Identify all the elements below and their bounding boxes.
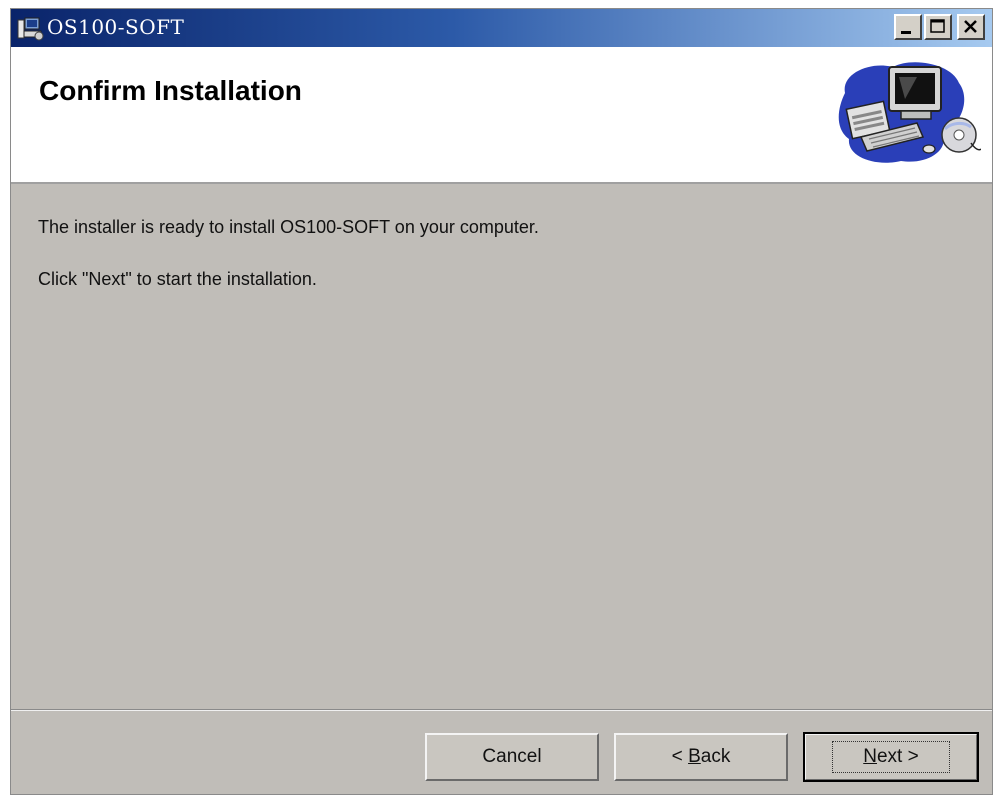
cancel-button[interactable]: Cancel	[425, 733, 599, 781]
back-label: ack	[700, 746, 731, 767]
title-bar[interactable]: OS100-SOFT	[11, 9, 992, 47]
next-focus-ring: Next >	[832, 741, 950, 773]
close-button[interactable]	[957, 14, 985, 40]
close-icon	[964, 20, 977, 33]
minimize-button[interactable]	[894, 14, 922, 40]
installer-window: OS100-SOFT Confirm Installation The inst…	[10, 8, 993, 795]
minimize-icon	[901, 31, 911, 34]
page-title: Confirm Installation	[39, 75, 302, 106]
instruction-message: Click "Next" to start the installation.	[38, 269, 317, 289]
next-label: ext	[876, 746, 903, 767]
maximize-button[interactable]	[924, 14, 952, 40]
back-mnemonic: B	[688, 746, 701, 767]
maximize-icon	[930, 19, 945, 33]
computer-setup-icon	[831, 53, 982, 173]
next-arrow-icon: >	[907, 746, 919, 767]
footer-divider	[11, 709, 992, 711]
back-arrow-icon: <	[671, 746, 683, 767]
header-panel: Confirm Installation	[11, 47, 992, 184]
next-mnemonic: N	[863, 746, 877, 767]
installer-app-icon	[15, 14, 45, 42]
next-button[interactable]: Next >	[803, 732, 979, 782]
back-button[interactable]: < Back	[614, 733, 788, 781]
window-title: OS100-SOFT	[47, 15, 185, 39]
ready-message: The installer is ready to install OS100-…	[38, 217, 539, 237]
